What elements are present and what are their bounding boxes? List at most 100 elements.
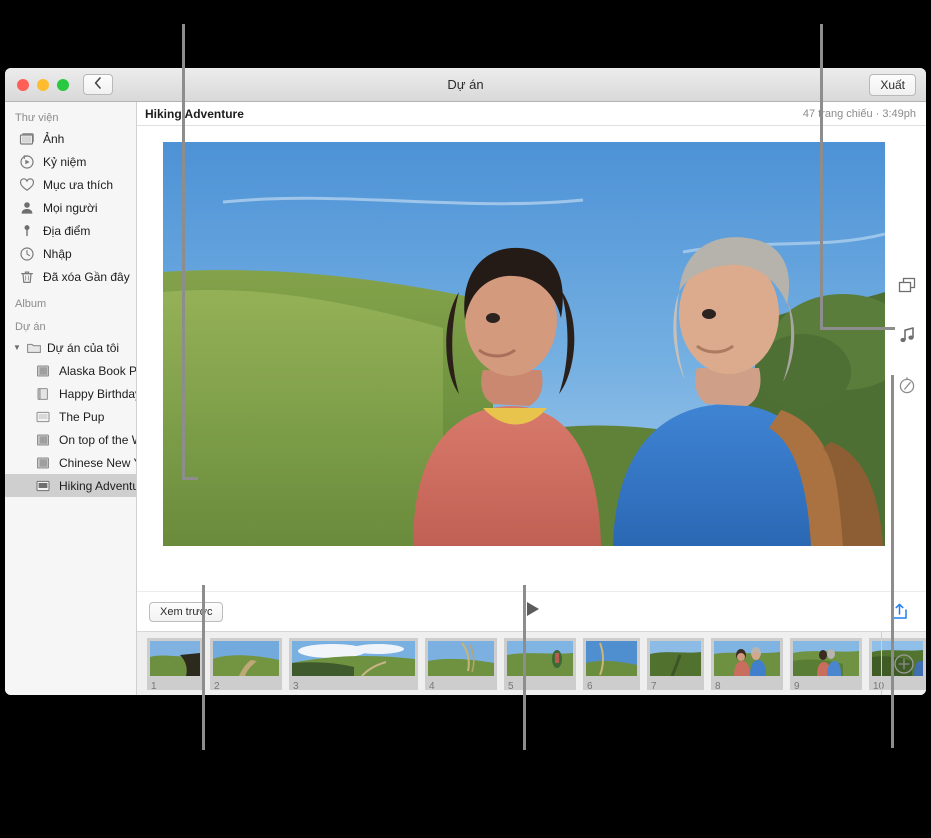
memories-rewind-icon: [19, 154, 35, 170]
slide-stage: [137, 126, 926, 591]
preview-button[interactable]: Xem trước: [149, 602, 223, 622]
callout-themes-button: [820, 24, 823, 328]
sidebar-item-alaska-book-project[interactable]: Alaska Book Proj...: [5, 359, 136, 382]
slide-number: 3: [292, 681, 299, 692]
person-icon: [19, 200, 35, 216]
window-title: Dự án: [5, 77, 926, 92]
music-note-icon: [897, 325, 917, 350]
card-project-icon: [35, 386, 51, 402]
main-content: Hiking Adventure 47 trang chiếu · 3:49ph: [137, 102, 926, 695]
sidebar-item-label: Địa điểm: [43, 224, 90, 238]
add-slide-button[interactable]: [893, 653, 915, 675]
sidebar-item-import[interactable]: Nhập: [5, 242, 136, 265]
slide-number: 10: [872, 681, 884, 692]
sidebar-section-album-header: Album: [5, 288, 136, 313]
sidebar-item-recently-deleted[interactable]: Đã xóa Gần đây: [5, 265, 136, 288]
slide-thumbnail: [650, 641, 701, 676]
map-pin-icon: [19, 223, 35, 239]
slide-thumbnail: [150, 641, 200, 676]
photos-app-window: Dự án Xuất Thư viện Ảnh Kỷ niệm: [5, 68, 926, 695]
sidebar-item-label: Hiking Adventure: [59, 479, 136, 493]
sidebar-item-label: Alaska Book Proj...: [59, 364, 136, 378]
folder-icon: [26, 340, 42, 356]
slide-number: 9: [793, 681, 800, 692]
book-project-icon: [35, 432, 51, 448]
filmstrip-slides: 1 2 3: [137, 632, 926, 695]
slide-thumbnail: [714, 641, 780, 676]
sidebar-item-label: Đã xóa Gần đây: [43, 270, 130, 284]
callout-filmstrip: [891, 375, 894, 748]
slide-thumbnail: [586, 641, 637, 676]
music-button[interactable]: [896, 326, 918, 348]
sidebar-section-projects-header: Dự án: [5, 313, 136, 336]
sidebar-item-photos[interactable]: Ảnh: [5, 127, 136, 150]
list-item[interactable]: 7: [647, 638, 704, 690]
slide-number: 5: [507, 681, 514, 692]
filmstrip-divider: [881, 632, 882, 695]
clock-icon: [19, 246, 35, 262]
filmstrip[interactable]: 1 2 3: [137, 631, 926, 695]
sidebar-item-memories[interactable]: Kỷ niệm: [5, 150, 136, 173]
slideshow-options-rail: [896, 276, 918, 398]
book-project-icon: [35, 363, 51, 379]
list-item[interactable]: 2: [210, 638, 282, 690]
sidebar-item-label: Nhập: [43, 247, 72, 261]
disclosure-triangle-icon[interactable]: ▼: [13, 343, 22, 352]
book-project-icon: [35, 455, 51, 471]
duration-button[interactable]: [896, 376, 918, 398]
heart-icon: [19, 177, 35, 193]
sidebar-item-label: Mục ưa thích: [43, 178, 113, 192]
list-item[interactable]: 5: [504, 638, 576, 690]
photos-icon: [19, 131, 35, 147]
sidebar-item-label: The Pup: [59, 410, 104, 424]
sidebar-item-label: On top of the W...: [59, 433, 136, 447]
list-item[interactable]: 8: [711, 638, 783, 690]
list-item[interactable]: 3: [289, 638, 418, 690]
window-titlebar: Dự án Xuất: [5, 68, 926, 102]
sidebar-item-the-pup[interactable]: The Pup: [5, 405, 136, 428]
sidebar-item-label: Kỷ niệm: [43, 155, 86, 169]
slideshow-project-icon: [35, 478, 51, 494]
slide-thumbnail: [213, 641, 279, 676]
sidebar-item-hiking-adventure[interactable]: Hiking Adventure: [5, 474, 136, 497]
list-item[interactable]: 4: [425, 638, 497, 690]
sidebar-group-label: Dự án của tôi: [47, 341, 119, 355]
callout-selected-project-arm: [182, 477, 198, 480]
sidebar-item-label: Ảnh: [43, 132, 64, 146]
screenshot-root: Dự án Xuất Thư viện Ảnh Kỷ niệm: [0, 0, 931, 838]
sidebar-item-people[interactable]: Mọi người: [5, 196, 136, 219]
sidebar-section-library-header: Thư viện: [5, 108, 136, 127]
sidebar-item-label: Happy Birthday...: [59, 387, 136, 401]
trash-icon: [19, 269, 35, 285]
sidebar-item-happy-birthday[interactable]: Happy Birthday...: [5, 382, 136, 405]
export-button[interactable]: Xuất: [869, 74, 916, 96]
slide-thumbnail: [507, 641, 573, 676]
sidebar: Thư viện Ảnh Kỷ niệm: [5, 102, 137, 695]
callout-themes-button-arm: [820, 327, 895, 330]
themes-button[interactable]: [896, 276, 918, 298]
sidebar-item-label: Mọi người: [43, 201, 98, 215]
callout-play-button: [523, 585, 526, 750]
list-item[interactable]: 6: [583, 638, 640, 690]
list-item[interactable]: 1: [147, 638, 203, 690]
page-title: Hiking Adventure: [145, 107, 244, 121]
slide-number: 4: [428, 681, 435, 692]
sidebar-item-favorites[interactable]: Mục ưa thích: [5, 173, 136, 196]
slide-number: 2: [213, 681, 220, 692]
slide-thumbnail: [428, 641, 494, 676]
sidebar-item-label: Chinese New Year: [59, 456, 136, 470]
sidebar-group-my-projects[interactable]: ▼ Dự án của tôi: [5, 336, 136, 359]
slideshow-project-icon: [35, 409, 51, 425]
slide-preview-photo[interactable]: [163, 142, 885, 546]
playback-controls: Xem trước: [137, 591, 926, 631]
sidebar-item-on-top-of-the-world[interactable]: On top of the W...: [5, 428, 136, 451]
sidebar-item-places[interactable]: Địa điểm: [5, 219, 136, 242]
slide-number: 1: [150, 681, 157, 692]
slide-thumbnail: [292, 641, 415, 676]
list-item[interactable]: 9: [790, 638, 862, 690]
sidebar-item-chinese-new-year[interactable]: Chinese New Year: [5, 451, 136, 474]
slide-number: 6: [586, 681, 593, 692]
duration-timer-icon: [897, 375, 917, 400]
callout-preview-button: [202, 585, 205, 750]
slide-thumbnail: [793, 641, 859, 676]
